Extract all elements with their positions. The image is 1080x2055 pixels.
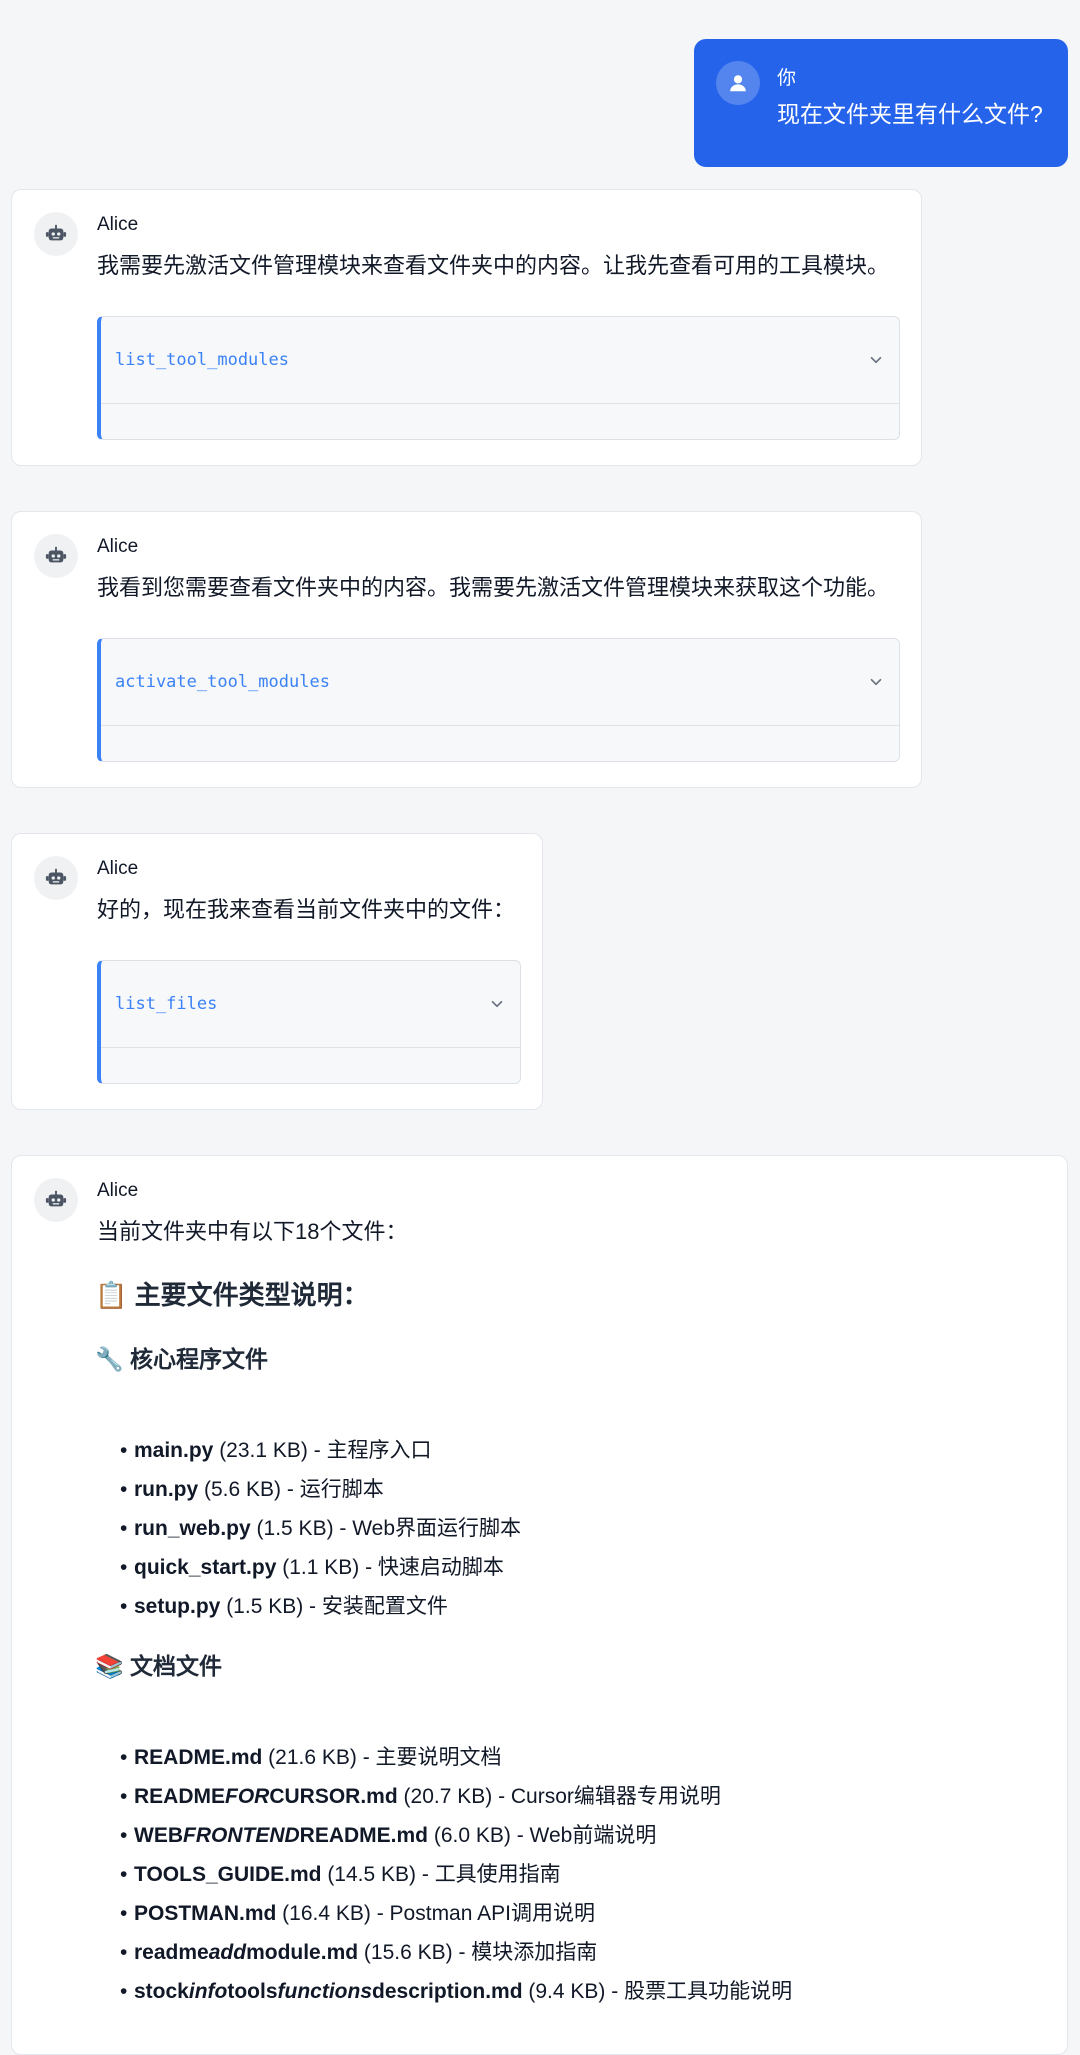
assistant-message-text: 我需要先激活文件管理模块来查看文件夹中的内容。让我先查看可用的工具模块。	[97, 253, 890, 278]
file-name: run.py	[134, 1478, 199, 1501]
subsection-heading: 🔧 核心程序文件	[95, 1340, 268, 1374]
chevron-down-icon[interactable]	[867, 351, 885, 369]
assistant-name: Alice	[97, 536, 139, 557]
list-item: • main.py (23.1 KB) - 主程序入口	[120, 1439, 432, 1462]
file-desc: (1.5 KB) - 安装配置文件	[220, 1595, 448, 1618]
assistant-message: Alice 好的，现在我来查看当前文件夹中的文件： list_files	[11, 833, 543, 1110]
heading-text: 主要文件类型说明：	[134, 1280, 369, 1310]
tool-call-header[interactable]: list_tool_modules	[101, 317, 899, 404]
tool-call-panel[interactable]: list_tool_modules	[97, 316, 900, 440]
tool-call-header[interactable]: activate_tool_modules	[101, 639, 899, 726]
assistant-name: Alice	[97, 1180, 139, 1201]
list-item: • WEBFRONTENDREADME.md (6.0 KB) - Web前端说明	[120, 1824, 657, 1847]
subsection-title: 核心程序文件	[130, 1346, 269, 1372]
assistant-message-text: 当前文件夹中有以下18个文件：	[97, 1219, 408, 1244]
file-name: TOOLS_GUIDE.md	[134, 1863, 322, 1886]
assistant-message: Alice 我看到您需要查看文件夹中的内容。我需要先激活文件管理模块来获取这个功…	[11, 511, 922, 788]
file-desc: (15.6 KB) - 模块添加指南	[358, 1941, 598, 1964]
file-desc: (5.6 KB) - 运行脚本	[198, 1478, 384, 1501]
assistant-name: Alice	[97, 858, 139, 879]
file-name: POSTMAN.md	[134, 1902, 277, 1925]
tool-call-header[interactable]: list_files	[101, 961, 520, 1048]
tool-call-panel[interactable]: list_files	[97, 960, 521, 1084]
file-name: READMEFORCURSOR.md	[134, 1785, 398, 1808]
list-item: • READMEFORCURSOR.md (20.7 KB) - Cursor编辑…	[120, 1785, 721, 1808]
list-item: • README.md (21.6 KB) - 主要说明文档	[120, 1746, 502, 1769]
subsection-title: 文档文件	[130, 1653, 223, 1679]
file-desc: (16.4 KB) - Postman API调用说明	[276, 1902, 595, 1925]
subsection-heading: 📚 文档文件	[95, 1647, 222, 1681]
file-name: run_web.py	[134, 1517, 251, 1540]
file-desc: (9.4 KB) - 股票工具功能说明	[522, 1980, 793, 2003]
file-desc: (23.1 KB) - 主程序入口	[213, 1439, 432, 1462]
wrench-icon: 🔧	[95, 1347, 124, 1373]
file-desc: (1.1 KB) - 快速启动脚本	[276, 1556, 504, 1579]
file-name: setup.py	[134, 1595, 221, 1618]
assistant-message-text: 我看到您需要查看文件夹中的内容。我需要先激活文件管理模块来获取这个功能。	[97, 575, 890, 600]
list-item: • stockinfotoolsfunctionsdescription.md (…	[120, 1980, 793, 2003]
assistant-message-text: 好的，现在我来查看当前文件夹中的文件：	[97, 897, 516, 922]
user-name: 你	[777, 68, 797, 89]
robot-icon	[34, 1178, 78, 1222]
user-avatar-icon	[716, 61, 760, 105]
file-desc: (1.5 KB) - Web界面运行脚本	[250, 1517, 522, 1540]
file-desc: (21.6 KB) - 主要说明文档	[262, 1746, 502, 1769]
file-name: WEBFRONTENDREADME.md	[134, 1824, 429, 1847]
list-item: • POSTMAN.md (16.4 KB) - Postman API调用说明	[120, 1902, 595, 1925]
list-item: • TOOLS_GUIDE.md (14.5 KB) - 工具使用指南	[120, 1863, 561, 1886]
file-desc: (14.5 KB) - 工具使用指南	[321, 1863, 561, 1886]
assistant-name: Alice	[97, 214, 139, 235]
chevron-down-icon[interactable]	[867, 673, 885, 691]
list-item: • run.py (5.6 KB) - 运行脚本	[120, 1478, 384, 1501]
file-desc: (6.0 KB) - Web前端说明	[428, 1824, 657, 1847]
assistant-message: Alice 我需要先激活文件管理模块来查看文件夹中的内容。让我先查看可用的工具模…	[11, 189, 922, 466]
file-name: stockinfotoolsfunctionsdescription.md	[134, 1980, 523, 2003]
list-item: • quick_start.py (1.1 KB) - 快速启动脚本	[120, 1556, 504, 1579]
list-item: • readmeaddmodule.md (15.6 KB) - 模块添加指南	[120, 1941, 598, 1964]
tool-name: list_files	[115, 994, 218, 1014]
file-name: quick_start.py	[134, 1556, 277, 1579]
tool-call-panel[interactable]: activate_tool_modules	[97, 638, 900, 762]
file-desc: (20.7 KB) - Cursor编辑器专用说明	[397, 1785, 721, 1808]
robot-icon	[34, 856, 78, 900]
user-message: 你 现在文件夹里有什么文件?	[694, 39, 1068, 167]
list-item: • setup.py (1.5 KB) - 安装配置文件	[120, 1595, 448, 1618]
clipboard-icon: 📋	[95, 1281, 128, 1311]
list-item: • run_web.py (1.5 KB) - Web界面运行脚本	[120, 1517, 522, 1540]
robot-icon	[34, 534, 78, 578]
section-heading: 📋 主要文件类型说明：	[95, 1275, 369, 1312]
tool-name: list_tool_modules	[115, 350, 289, 370]
chevron-down-icon[interactable]	[488, 995, 506, 1013]
tool-name: activate_tool_modules	[115, 672, 330, 692]
file-name: main.py	[134, 1439, 214, 1462]
robot-icon	[34, 212, 78, 256]
books-icon: 📚	[95, 1654, 124, 1680]
file-name: readmeaddmodule.md	[134, 1941, 359, 1964]
file-name: README.md	[134, 1746, 263, 1769]
user-message-text: 现在文件夹里有什么文件?	[777, 101, 1043, 127]
